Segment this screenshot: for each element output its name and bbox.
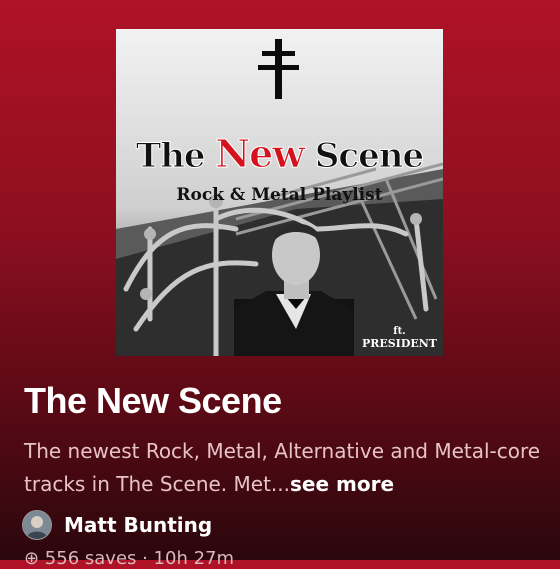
owner-name[interactable]: Matt Bunting — [64, 513, 212, 537]
cover-title-part1: The — [135, 136, 216, 177]
see-more-link[interactable]: see more — [290, 472, 394, 496]
playlist-meta: ⊕ 556 saves · 10h 27m — [24, 548, 235, 569]
playlist-title: The New Scene — [24, 380, 282, 421]
cover-featuring: ft. PRESIDENT — [362, 326, 437, 350]
cover-subtitle: Rock & Metal Playlist — [176, 185, 383, 205]
cover-title-part2: Scene — [304, 136, 424, 177]
description-text: The newest Rock, Metal, Alternative and … — [24, 439, 541, 496]
cover-ft-name: PRESIDENT — [361, 337, 437, 350]
cover-title: The New Scene — [116, 131, 443, 177]
playlist-owner[interactable]: Matt Bunting — [22, 510, 212, 540]
playlist-cover-art[interactable]: The New Scene Rock & Metal Playlist ft. … — [116, 29, 443, 356]
playlist-description: The newest Rock, Metal, Alternative and … — [24, 435, 544, 501]
avatar — [22, 510, 52, 540]
cover-title-highlight: New — [215, 131, 306, 177]
